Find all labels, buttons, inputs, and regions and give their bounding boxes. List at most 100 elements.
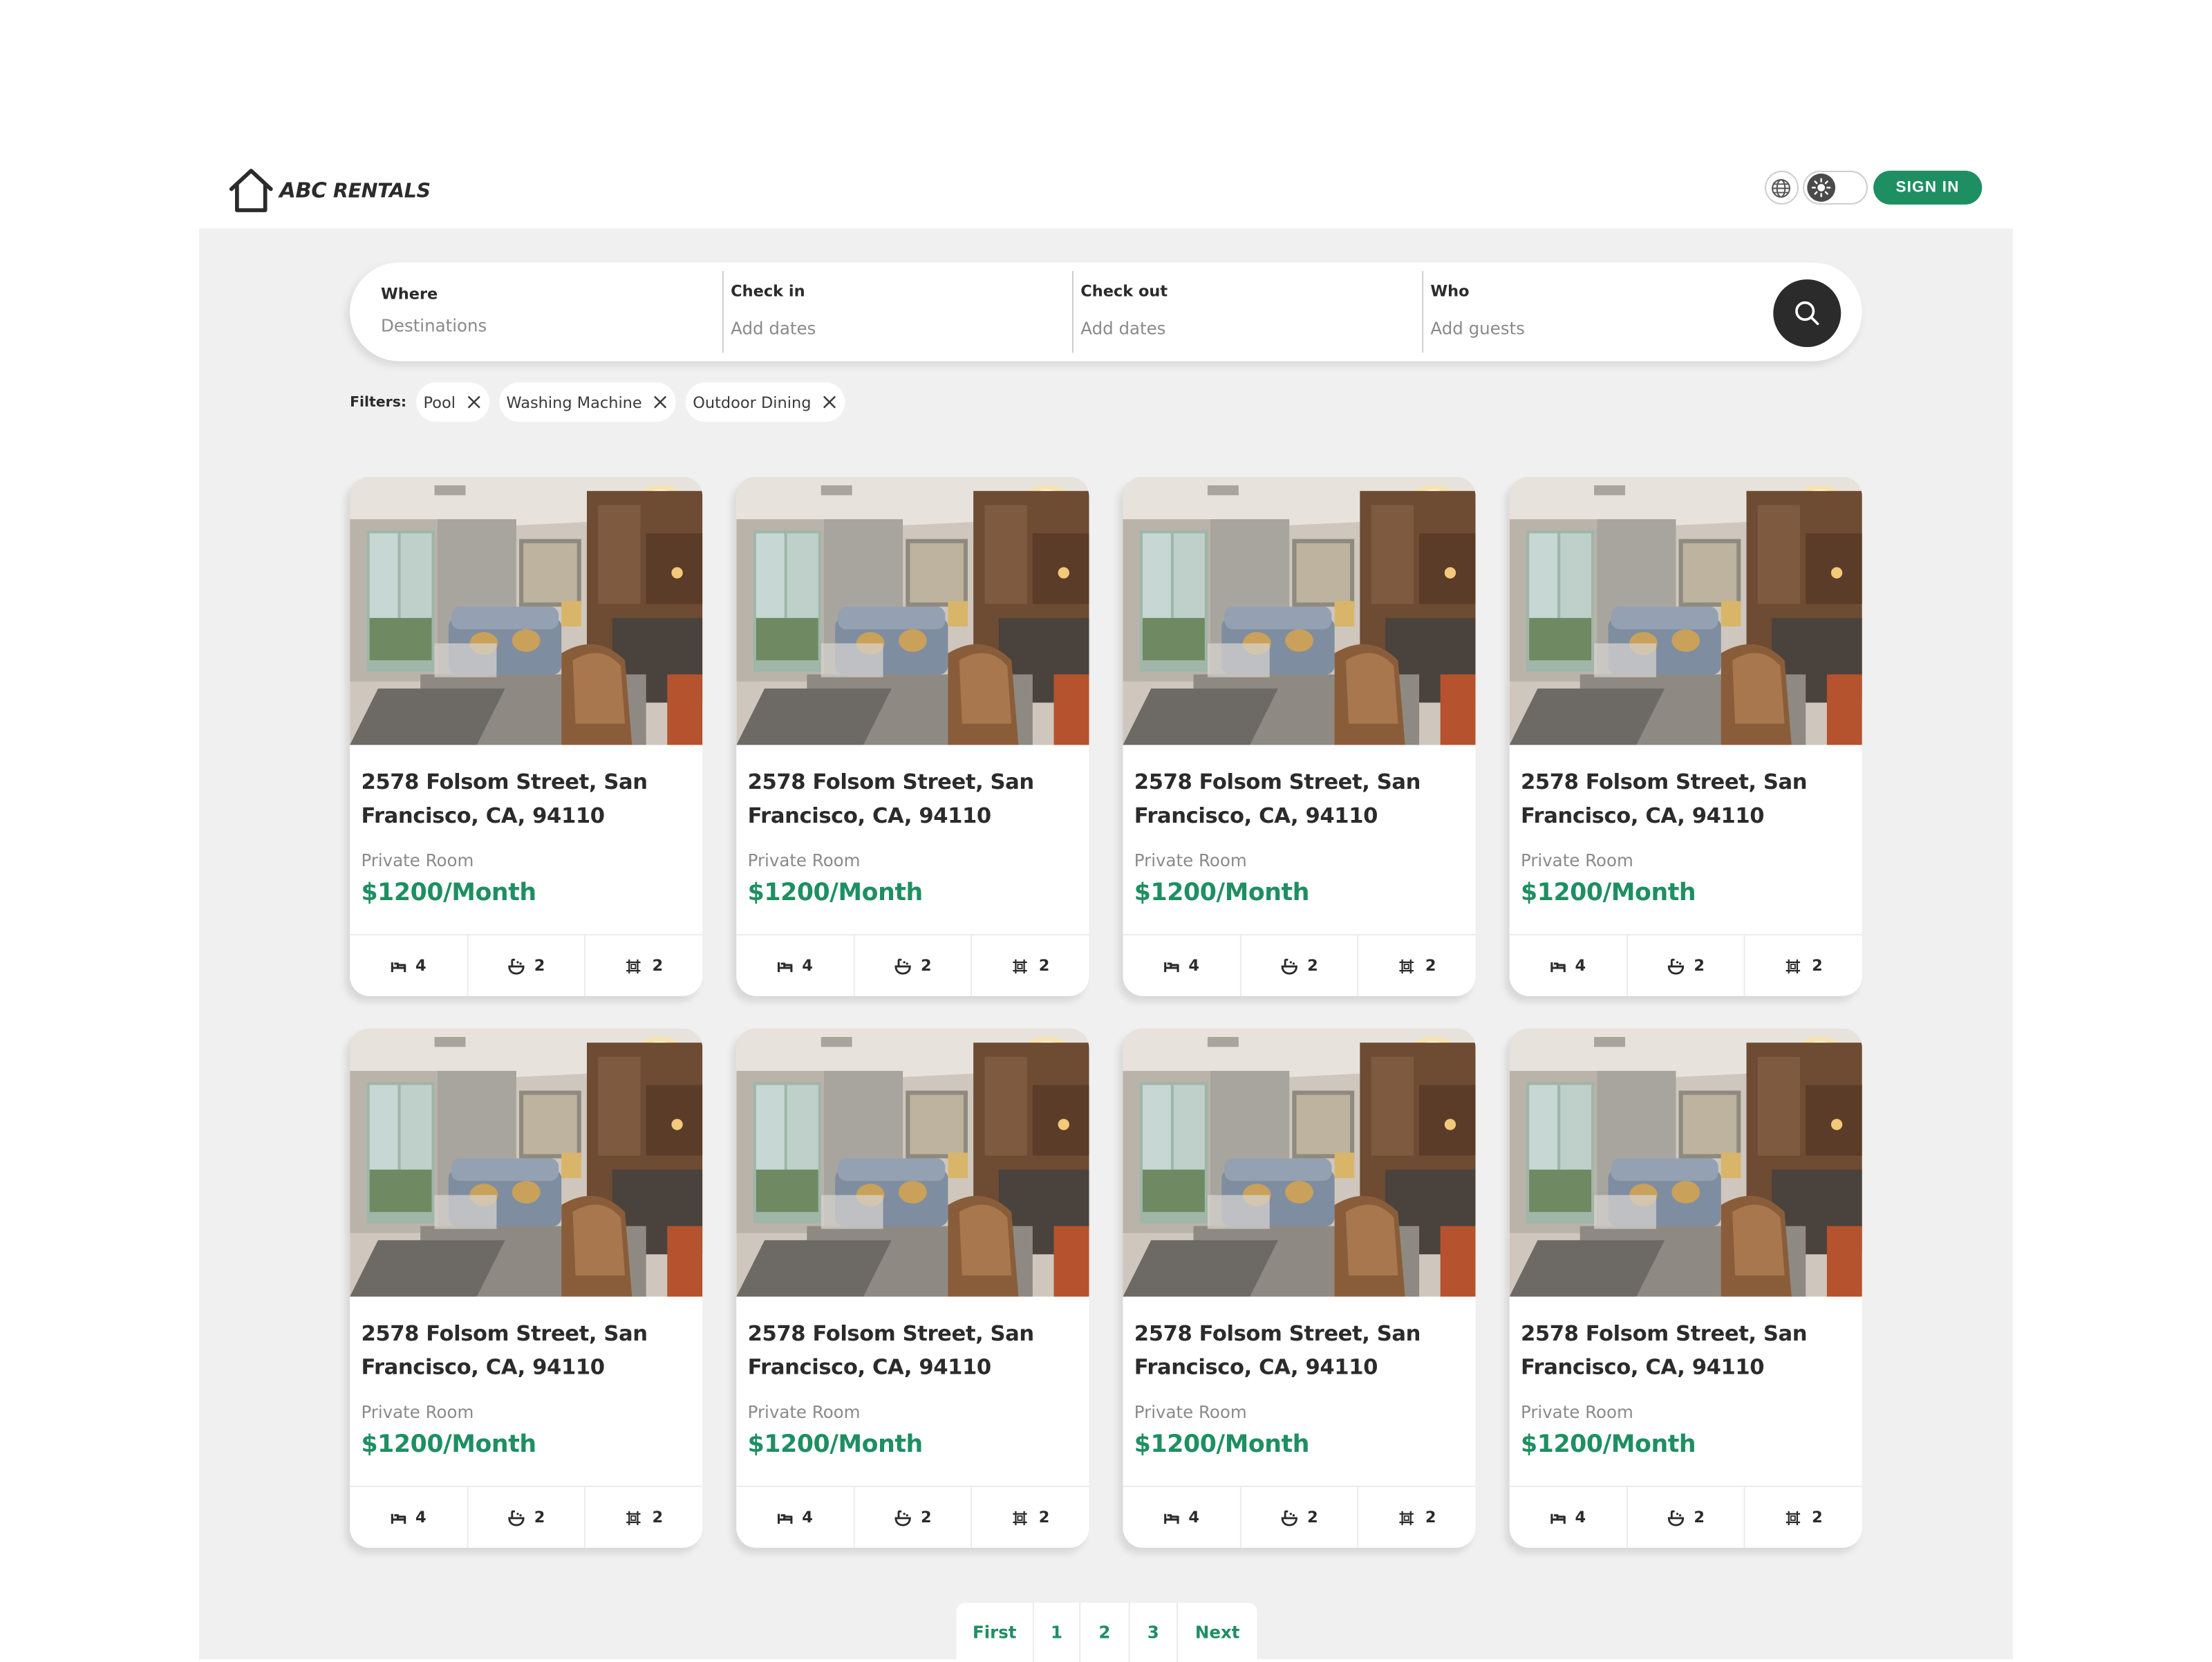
listing-price: $1200/Month (361, 879, 536, 908)
where-input[interactable]: Destinations (381, 316, 487, 336)
filters-row: Filters: Pool Washing Machine Outdoor Di… (350, 382, 855, 422)
bathtub-icon (507, 1509, 524, 1526)
pagination-page[interactable]: 1 (1034, 1603, 1081, 1662)
house-icon (229, 169, 273, 212)
beds-value: 4 (802, 956, 813, 975)
listing-card[interactable]: 2578 Folsom Street, San Francisco, CA, 9… (1509, 1028, 1862, 1548)
filter-chip[interactable]: Washing Machine (499, 382, 676, 422)
bed-icon (390, 1511, 406, 1524)
filter-chip[interactable]: Pool (416, 382, 489, 422)
bed-icon (1550, 1511, 1565, 1524)
listing-amenities: 4 2 2 (1123, 1485, 1476, 1548)
listing-amenities: 4 2 2 (350, 1485, 703, 1548)
listing-photo[interactable] (736, 1028, 1089, 1297)
area-count: 2 (973, 935, 1089, 996)
pagination-next[interactable]: Next (1178, 1603, 1257, 1662)
listing-type: Private Room (1520, 1402, 1633, 1423)
pagination-page[interactable]: 3 (1130, 1603, 1179, 1662)
listing-price: $1200/Month (1520, 1430, 1696, 1459)
listing-title[interactable]: 2578 Folsom Street, San Francisco, CA, 9… (1134, 1316, 1468, 1384)
where-field[interactable]: Where Destinations (381, 274, 705, 353)
listing-photo[interactable] (1509, 476, 1862, 745)
listing-type: Private Room (747, 850, 861, 871)
area-count: 2 (973, 1487, 1089, 1548)
brand-name-part2: RENTALS (332, 180, 431, 203)
listing-title[interactable]: 2578 Folsom Street, San Francisco, CA, 9… (748, 765, 1081, 832)
bathtub-icon (1280, 1509, 1297, 1526)
check-out-input[interactable]: Add dates (1080, 319, 1165, 339)
floor-plan-icon (626, 1509, 642, 1526)
listing-title[interactable]: 2578 Folsom Street, San Francisco, CA, 9… (361, 765, 694, 832)
pagination-first[interactable]: First (957, 1603, 1034, 1662)
check-out-field[interactable]: Check out Add dates (1080, 274, 1405, 353)
listing-card[interactable]: 2578 Folsom Street, San Francisco, CA, 9… (736, 1028, 1089, 1548)
bathtub-icon (894, 1509, 911, 1526)
floor-plan-icon (1012, 1509, 1029, 1526)
beds-count: 4 (1510, 1487, 1628, 1548)
beds-count: 4 (350, 1487, 468, 1548)
bed-icon (1163, 1511, 1179, 1524)
brand-logo[interactable]: ABC RENTALS (226, 165, 431, 216)
listing-title[interactable]: 2578 Folsom Street, San Francisco, CA, 9… (748, 1316, 1081, 1384)
filter-chip[interactable]: Outdoor Dining (685, 382, 845, 422)
area-count: 2 (1359, 935, 1476, 996)
listing-photo[interactable] (1509, 1028, 1862, 1297)
listing-card[interactable]: 2578 Folsom Street, San Francisco, CA, 9… (1509, 476, 1862, 996)
area-value: 2 (1038, 956, 1050, 975)
check-in-label: Check in (731, 282, 805, 301)
listing-card[interactable]: 2578 Folsom Street, San Francisco, CA, 9… (350, 1028, 703, 1548)
baths-count: 2 (1241, 1487, 1359, 1548)
floor-plan-icon (1398, 1509, 1415, 1526)
close-icon[interactable] (467, 395, 480, 409)
listing-title[interactable]: 2578 Folsom Street, San Francisco, CA, 9… (1134, 765, 1468, 832)
area-value: 2 (652, 1508, 664, 1527)
listing-title[interactable]: 2578 Folsom Street, San Francisco, CA, 9… (1521, 765, 1854, 832)
listing-type: Private Room (361, 1402, 474, 1423)
area-count: 2 (586, 1487, 703, 1548)
listing-photo[interactable] (1123, 1028, 1476, 1297)
check-in-input[interactable]: Add dates (731, 319, 816, 339)
listing-photo[interactable] (736, 476, 1089, 745)
baths-value: 2 (1694, 956, 1705, 975)
listing-card[interactable]: 2578 Folsom Street, San Francisco, CA, 9… (1123, 1028, 1476, 1548)
filter-chip-label: Outdoor Dining (693, 393, 812, 411)
baths-count: 2 (1627, 935, 1746, 996)
sign-in-button[interactable]: SIGN IN (1873, 170, 1983, 205)
who-input[interactable]: Add guests (1430, 319, 1524, 339)
beds-value: 4 (1188, 1508, 1199, 1527)
language-button[interactable] (1764, 170, 1799, 205)
top-navbar: ABC RENTALS SIGN IN (199, 152, 2013, 228)
listing-photo[interactable] (350, 1028, 703, 1297)
listing-card[interactable]: 2578 Folsom Street, San Francisco, CA, 9… (350, 476, 703, 996)
bathtub-icon (507, 958, 524, 974)
globe-icon (1772, 178, 1791, 197)
bathtub-icon (1667, 958, 1684, 974)
listing-photo[interactable] (1123, 476, 1476, 745)
area-value: 2 (1812, 956, 1823, 975)
listing-card[interactable]: 2578 Folsom Street, San Francisco, CA, 9… (1123, 476, 1476, 996)
beds-count: 4 (1510, 935, 1628, 996)
baths-count: 2 (468, 935, 586, 996)
check-in-field[interactable]: Check in Add dates (731, 274, 1055, 353)
listing-type: Private Room (1134, 850, 1247, 871)
theme-toggle[interactable] (1802, 170, 1868, 205)
check-out-label: Check out (1080, 282, 1168, 301)
listing-amenities: 4 2 2 (736, 1485, 1089, 1548)
header-actions: SIGN IN (1764, 170, 1983, 205)
close-icon[interactable] (823, 395, 836, 409)
pagination-page[interactable]: 2 (1080, 1603, 1130, 1662)
bed-icon (1163, 959, 1179, 973)
listing-photo[interactable] (350, 476, 703, 745)
listing-price: $1200/Month (1134, 1430, 1310, 1459)
search-icon (1795, 301, 1819, 326)
listing-title[interactable]: 2578 Folsom Street, San Francisco, CA, 9… (361, 1316, 694, 1384)
where-label: Where (381, 285, 438, 304)
listing-card[interactable]: 2578 Folsom Street, San Francisco, CA, 9… (736, 476, 1089, 996)
theme-toggle-knob (1806, 174, 1835, 202)
area-count: 2 (1745, 1487, 1862, 1548)
who-field[interactable]: Who Add guests (1430, 274, 1741, 353)
listing-title[interactable]: 2578 Folsom Street, San Francisco, CA, 9… (1521, 1316, 1854, 1384)
baths-count: 2 (1241, 935, 1359, 996)
search-button[interactable] (1773, 279, 1841, 348)
close-icon[interactable] (653, 395, 667, 409)
